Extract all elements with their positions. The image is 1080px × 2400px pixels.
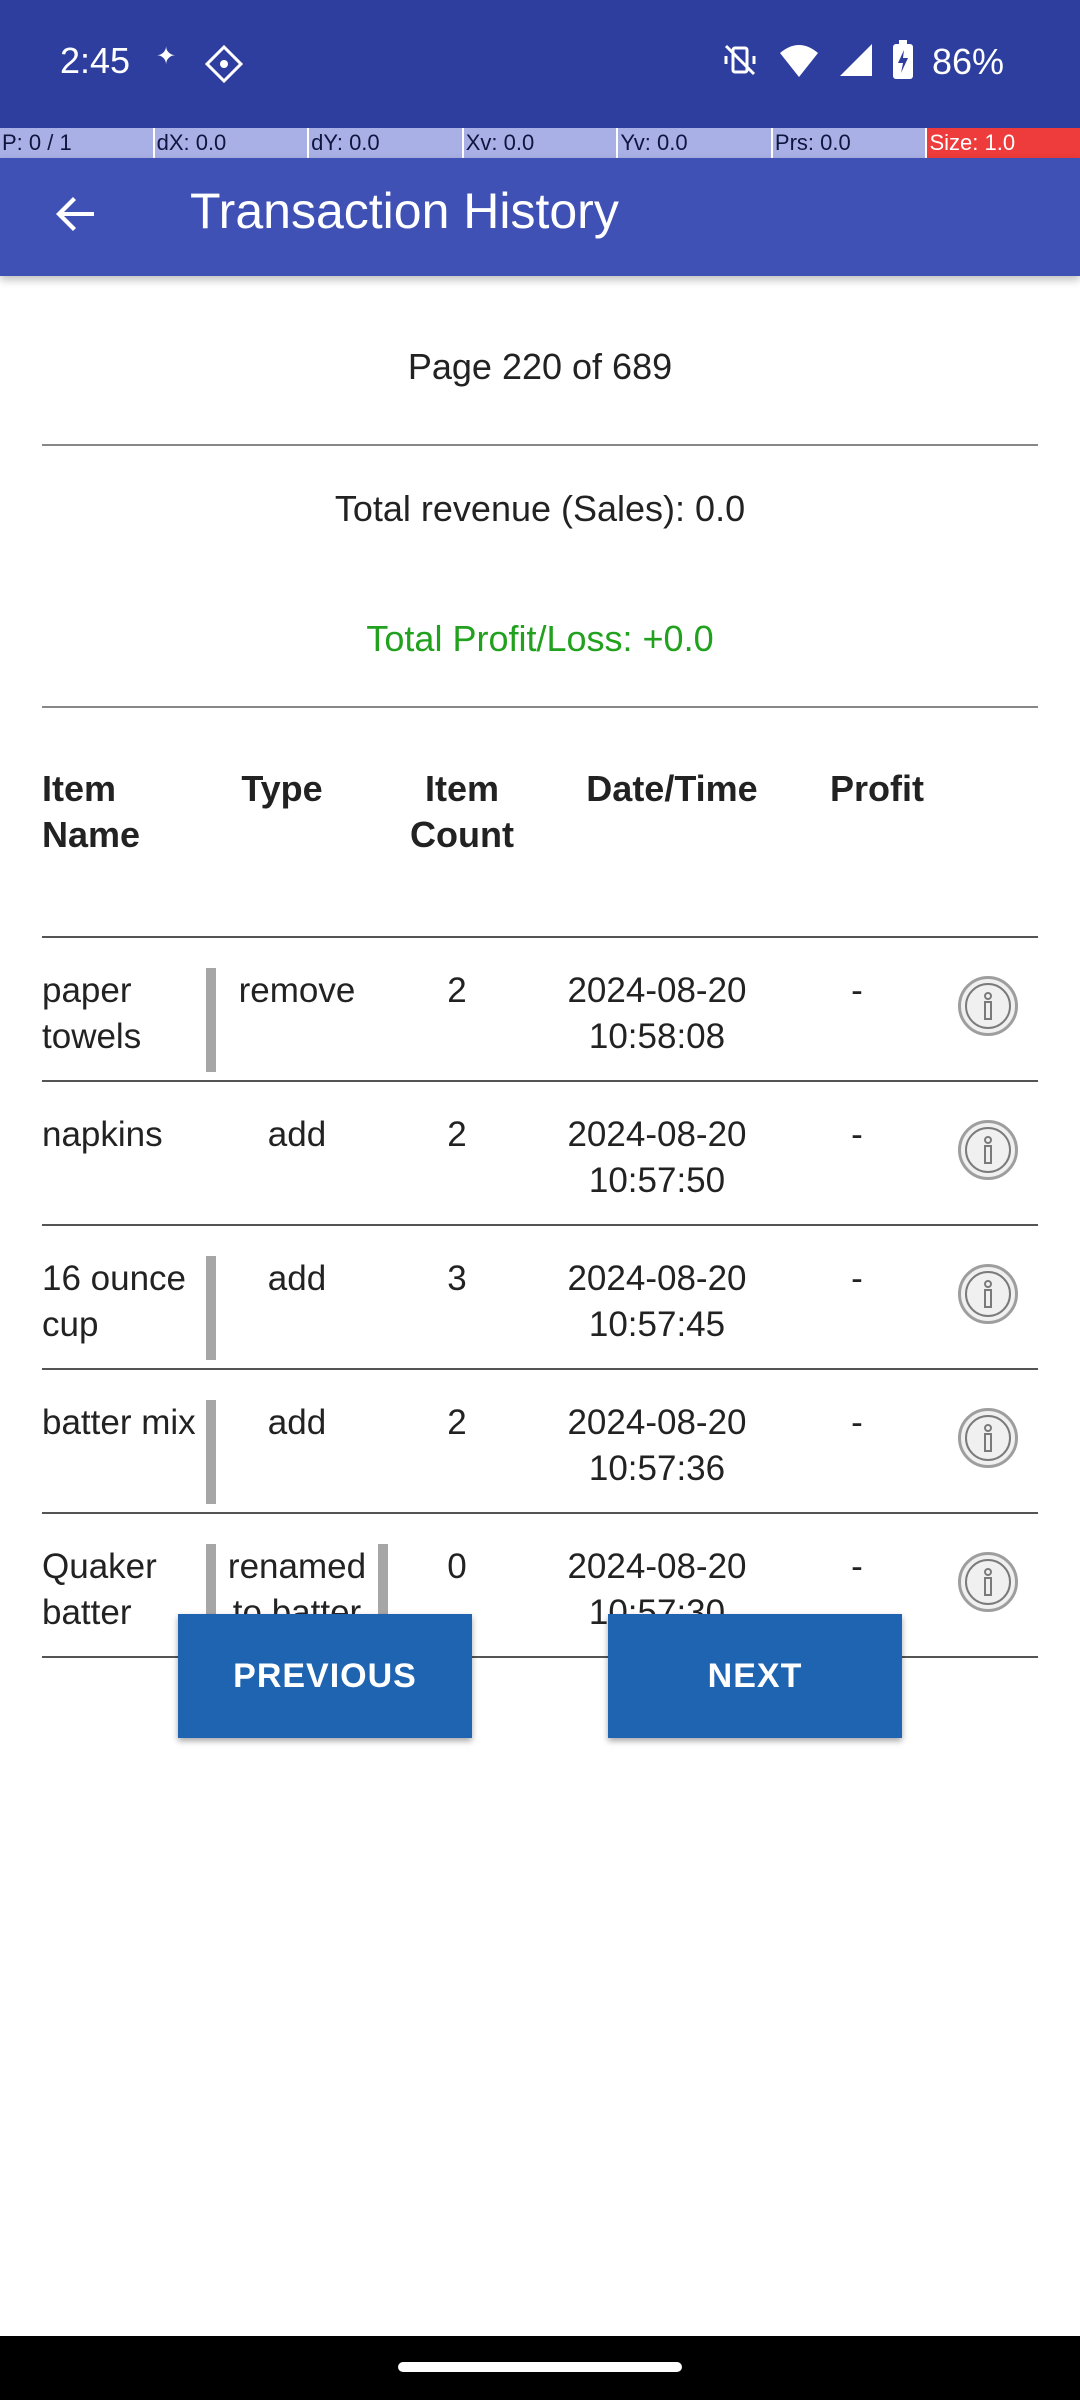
wifi-icon xyxy=(778,41,820,84)
pointer-xv: Xv: 0.0 xyxy=(464,128,619,158)
table-row[interactable]: 16 ounce cup add 3 2024-08-20 10:57:45 - xyxy=(42,1226,1038,1370)
page-title: Transaction History xyxy=(190,183,619,239)
system-navigation-bar xyxy=(0,2336,1080,2400)
table-row[interactable]: napkins add 2 2024-08-20 10:57:50 - xyxy=(42,1082,1038,1226)
header-item-count: Item Count xyxy=(410,768,514,855)
row-date-time: 2024-08-20 10:58:08 xyxy=(567,971,747,1056)
pointer-count: P: 0 / 1 xyxy=(0,128,155,158)
info-icon xyxy=(965,983,1011,1029)
row-profit: - xyxy=(851,971,863,1010)
info-button[interactable] xyxy=(958,1552,1018,1612)
app-notification-icon xyxy=(204,44,244,84)
next-button[interactable]: NEXT xyxy=(608,1614,902,1738)
table-header: Item Name Type Item Count Date/Time Prof… xyxy=(42,766,1038,938)
row-date-time: 2024-08-20 10:57:36 xyxy=(567,1403,747,1488)
divider xyxy=(42,706,1038,708)
row-type: add xyxy=(267,1115,327,1154)
column-separator xyxy=(206,968,216,1072)
pointer-pressure: Prs: 0.0 xyxy=(773,128,928,158)
total-revenue: Total revenue (Sales): 0.0 xyxy=(334,488,746,529)
table-row[interactable]: paper towels remove 2 2024-08-20 10:58:0… xyxy=(42,938,1038,1082)
header-date-time: Date/Time xyxy=(586,768,758,809)
info-icon xyxy=(965,1415,1011,1461)
row-type: remove xyxy=(238,971,356,1010)
row-item-count: 0 xyxy=(447,1547,467,1586)
row-item-count: 2 xyxy=(447,971,467,1010)
info-icon xyxy=(965,1559,1011,1605)
row-item-count: 2 xyxy=(447,1115,467,1154)
total-profit-loss: Total Profit/Loss: +0.0 xyxy=(366,618,714,659)
row-item-name: paper towels xyxy=(42,971,142,1056)
info-button[interactable] xyxy=(958,1120,1018,1180)
pointer-dy: dY: 0.0 xyxy=(309,128,464,158)
pointer-dx: dX: 0.0 xyxy=(155,128,310,158)
home-gesture-handle[interactable] xyxy=(398,2362,682,2372)
signal-icon xyxy=(838,42,874,83)
transaction-table: Item Name Type Item Count Date/Time Prof… xyxy=(42,766,1038,1658)
arrow-back-icon xyxy=(56,197,94,231)
mute-vibrate-icon xyxy=(720,40,760,85)
status-icons: 86% xyxy=(720,38,1004,86)
row-item-count: 3 xyxy=(447,1259,467,1298)
info-icon xyxy=(965,1127,1011,1173)
header-profit: Profit xyxy=(830,768,924,809)
column-separator xyxy=(206,1400,216,1504)
column-separator xyxy=(206,1256,216,1360)
row-type: add xyxy=(267,1259,327,1298)
row-profit: - xyxy=(851,1115,863,1154)
status-bar: 2:45 ✦ 86% xyxy=(0,0,1080,128)
info-icon xyxy=(965,1271,1011,1317)
battery-charging-icon xyxy=(892,39,914,85)
row-date-time: 2024-08-20 10:57:50 xyxy=(567,1115,747,1200)
row-item-name: 16 ounce cup xyxy=(42,1259,187,1344)
info-button[interactable] xyxy=(958,976,1018,1036)
info-button[interactable] xyxy=(958,1264,1018,1324)
pointer-size: Size: 1.0 xyxy=(927,128,1080,158)
pointer-yv: Yv: 0.0 xyxy=(618,128,773,158)
previous-button[interactable]: PREVIOUS xyxy=(178,1614,472,1738)
divider xyxy=(42,444,1038,446)
row-profit: - xyxy=(851,1259,863,1298)
row-date-time: 2024-08-20 10:57:45 xyxy=(567,1259,747,1344)
header-item-name: Item Name xyxy=(42,768,141,855)
pointer-location-bar: P: 0 / 1 dX: 0.0 dY: 0.0 Xv: 0.0 Yv: 0.0… xyxy=(0,128,1080,158)
app-bar: Transaction History xyxy=(0,158,1080,276)
info-button[interactable] xyxy=(958,1408,1018,1468)
back-button[interactable] xyxy=(40,178,112,250)
page-indicator: Page 220 of 689 xyxy=(407,346,673,387)
row-item-count: 2 xyxy=(447,1403,467,1442)
header-type: Type xyxy=(241,768,323,809)
row-profit: - xyxy=(851,1403,863,1442)
row-type: add xyxy=(267,1403,327,1442)
row-item-name: napkins xyxy=(42,1115,163,1154)
table-row[interactable]: batter mix add 2 2024-08-20 10:57:36 - xyxy=(42,1370,1038,1514)
status-time: 2:45 xyxy=(60,40,131,81)
row-item-name: batter mix xyxy=(42,1403,196,1442)
row-profit: - xyxy=(851,1547,863,1586)
battery-percent: 86% xyxy=(931,41,1004,82)
sparkle-icon: ✦ xyxy=(156,43,177,70)
